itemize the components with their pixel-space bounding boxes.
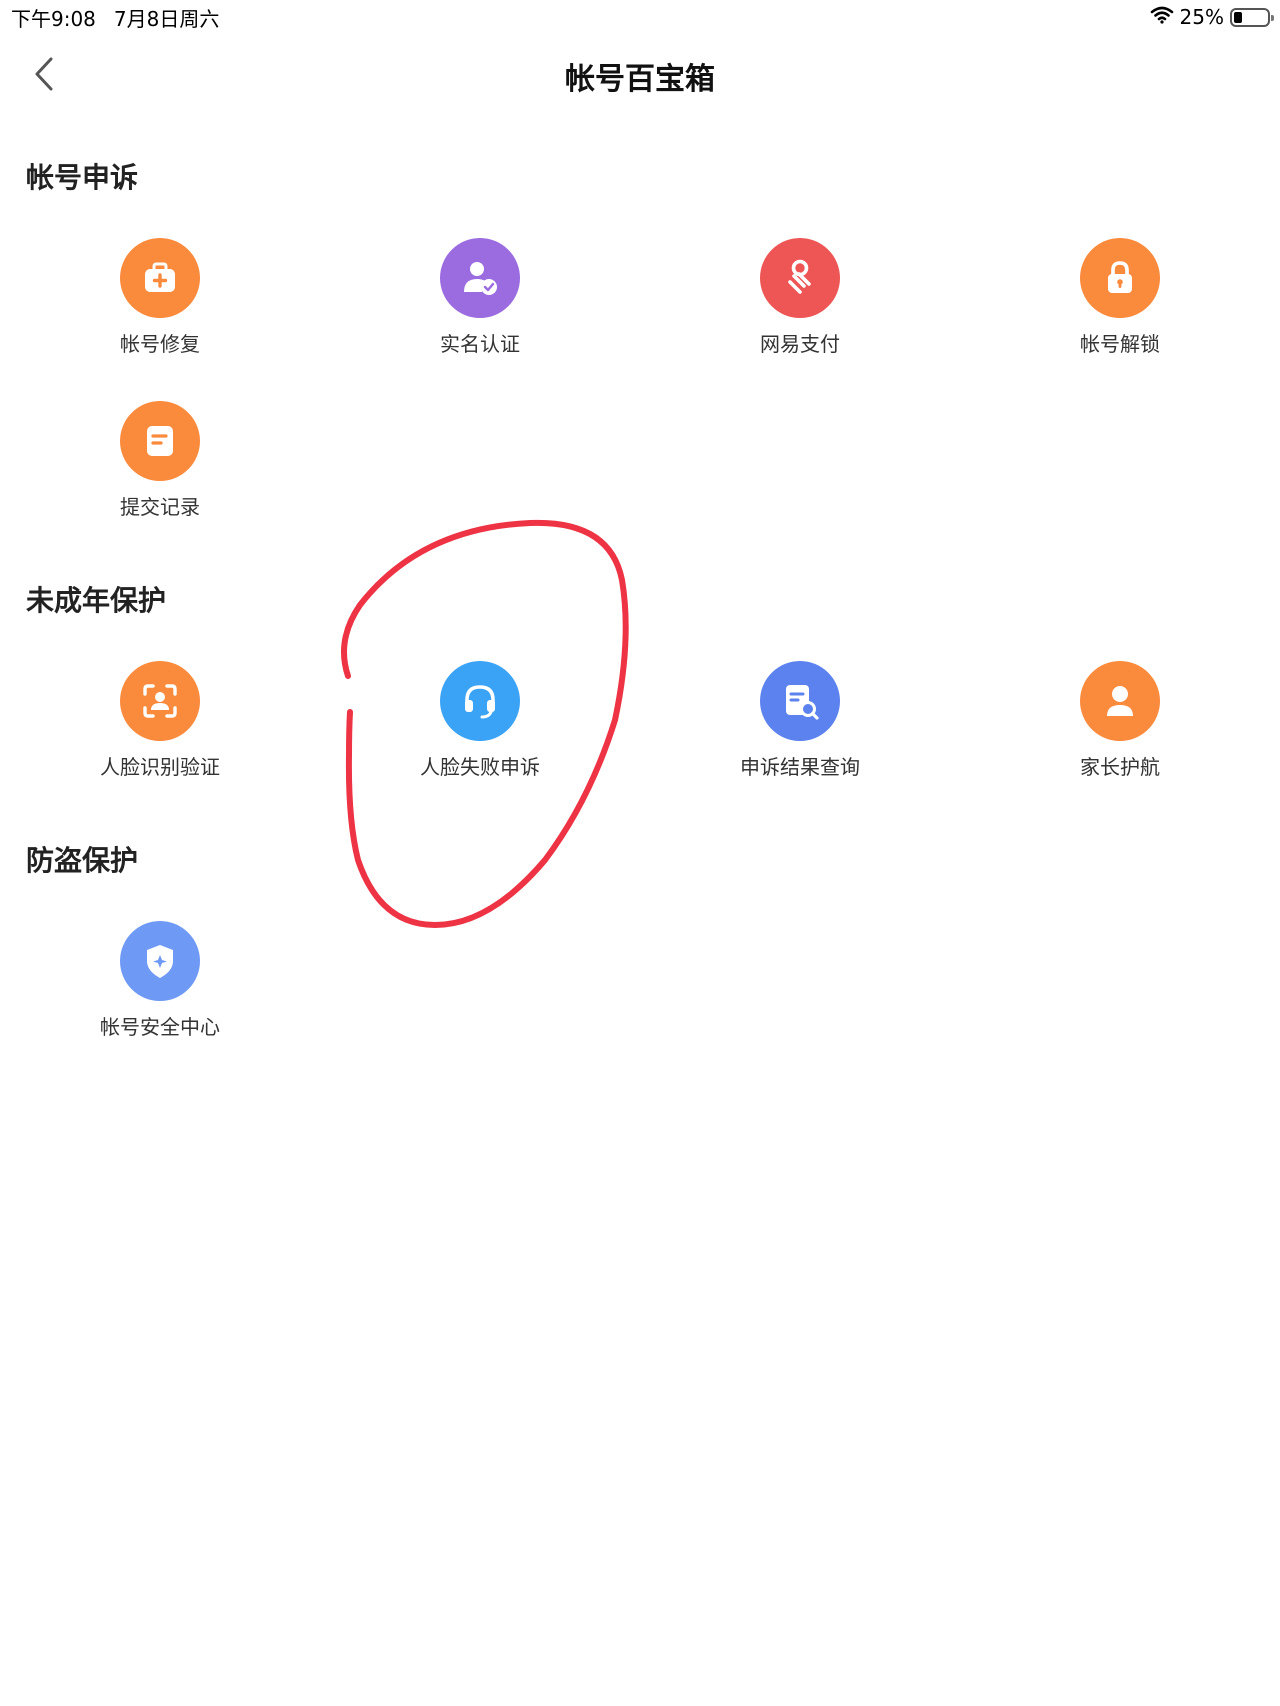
nav-bar: 帐号百宝箱 [0,36,1280,116]
battery-icon [1230,7,1274,27]
tile-real-name-verification[interactable]: 实名认证 [380,238,580,357]
parent-icon [1107,686,1133,716]
tile-appeal-result-query[interactable]: 申诉结果查询 [700,661,900,780]
netease-pay-icon [788,259,811,294]
document-search-icon [786,685,819,720]
icon-circle [440,661,520,741]
page-title: 帐号百宝箱 [565,62,715,97]
icon-circle [1080,238,1160,318]
tile-parental-guardian[interactable]: 家长护航 [1020,661,1220,780]
tile-netease-pay[interactable]: 网易支付 [700,238,900,357]
tile-label: 实名认证 [440,332,520,356]
face-scan-icon [143,684,177,718]
lock-icon [1108,261,1132,293]
tile-submission-records[interactable]: 提交记录 [60,401,260,520]
section-title-anti-theft: 防盗保护 [26,844,139,877]
section-title-account-appeal: 帐号申诉 [26,161,139,194]
shield-icon [147,945,173,978]
tile-label: 人脸识别验证 [100,755,220,779]
tile-label: 帐号安全中心 [100,1015,220,1039]
section-title-minor-protection: 未成年保护 [26,584,167,617]
icon-circle [120,401,200,481]
status-date: 7月8日周六 [113,7,220,31]
tile-face-recognition[interactable]: 人脸识别验证 [60,661,260,780]
icon-circle [120,238,200,318]
tile-account-repair[interactable]: 帐号修复 [60,238,260,357]
tile-face-failure-appeal[interactable]: 人脸失败申诉 [380,661,580,780]
status-time: 下午9:08 [11,7,96,31]
headset-icon [465,685,495,719]
tile-account-unlock[interactable]: 帐号解锁 [1020,238,1220,357]
icon-circle [760,238,840,318]
battery-fill [1234,11,1242,23]
user-verified-icon [464,262,497,295]
tile-label: 帐号修复 [120,332,200,356]
icon-circle [440,238,520,318]
medical-kit-icon [145,262,175,292]
tile-account-security-center[interactable]: 帐号安全中心 [60,921,260,1040]
battery-percent: 25% [1179,5,1224,29]
tile-label: 申诉结果查询 [740,755,860,779]
tile-label: 提交记录 [120,495,200,519]
icon-circle [120,661,200,741]
icon-circle [120,921,200,1001]
icon-circle [760,661,840,741]
tile-label: 家长护航 [1080,755,1160,779]
status-bar: 下午9:08 7月8日周六 25% [0,0,1280,36]
tile-label: 人脸失败申诉 [420,755,540,779]
document-icon [147,426,173,456]
tile-label: 网易支付 [760,332,840,356]
icon-circle [1080,661,1160,741]
tile-label: 帐号解锁 [1080,332,1160,356]
wifi-icon [1150,5,1174,29]
